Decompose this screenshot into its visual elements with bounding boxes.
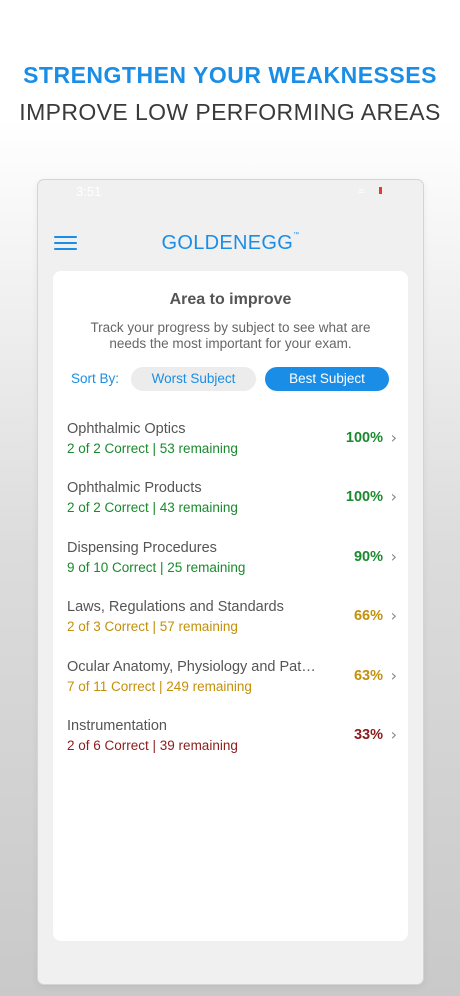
subject-name: Laws, Regulations and Standards [67,599,284,615]
subject-row[interactable]: Instrumentation 2 of 6 Correct | 39 remai… [67,718,397,762]
status-time: 3:51 [76,184,102,199]
logo-text: GOLDENEGG [161,232,294,254]
subject-row[interactable]: Ophthalmic Optics 2 of 2 Correct | 53 rem… [67,421,397,465]
subject-stats: 2 of 2 Correct | 43 remaining [67,500,238,515]
wifi-icon: ≈ [358,184,365,198]
subject-percent: 100% [345,489,383,505]
subject-percent: 100% [345,430,383,446]
chevron-right-icon: › [390,725,397,744]
area-to-improve-card: Area to improve Track your progress by s… [53,271,408,941]
app-logo: GOLDENEGG™ [38,232,423,255]
subject-row[interactable]: Ophthalmic Products 2 of 2 Correct | 43 r… [67,480,397,524]
subject-row[interactable]: Dispensing Procedures 9 of 10 Correct | 2… [67,540,397,584]
phone-screen: 3:51 ≈ GOLDENEGG™ Area to improve Track … [38,180,423,984]
battery-icon [379,187,382,194]
card-description: Track your progress by subject to see wh… [90,320,371,351]
chevron-right-icon: › [390,428,397,447]
subject-percent: 33% [353,727,383,743]
card-title: Area to improve [169,291,292,308]
banner-subheadline: IMPROVE LOW PERFORMING AREAS [19,99,441,125]
subject-stats: 9 of 10 Correct | 25 remaining [67,560,246,575]
subject-percent: 90% [353,549,383,565]
subject-stats: 2 of 3 Correct | 57 remaining [67,619,238,634]
sort-by-label: Sort By: [71,371,120,386]
subject-stats: 2 of 6 Correct | 39 remaining [67,738,238,753]
sort-best-subject-button[interactable]: Best Subject [265,367,389,391]
subject-name: Ophthalmic Products [67,480,202,496]
chevron-right-icon: › [390,547,397,566]
chevron-right-icon: › [390,606,397,625]
chevron-right-icon: › [390,487,397,506]
subject-stats: 7 of 11 Correct | 249 remaining [67,679,252,694]
chevron-right-icon: › [390,666,397,685]
subject-row[interactable]: Ocular Anatomy, Physiology and Pat… 7 of … [67,659,397,703]
banner-headline: STRENGTHEN YOUR WEAKNESSES [23,62,437,88]
status-bar: 3:51 ≈ [38,180,423,202]
sort-worst-subject-button[interactable]: Worst Subject [131,367,256,391]
subject-name: Dispensing Procedures [67,540,217,556]
subject-name: Instrumentation [67,718,167,734]
subject-percent: 63% [353,668,383,684]
subject-name: Ocular Anatomy, Physiology and Pat… [67,659,316,675]
subject-percent: 66% [353,608,383,624]
subject-row[interactable]: Laws, Regulations and Standards 2 of 3 Co… [67,599,397,643]
subject-name: Ophthalmic Optics [67,421,186,437]
logo-trademark: ™ [293,232,300,238]
subject-stats: 2 of 2 Correct | 53 remaining [67,441,238,456]
